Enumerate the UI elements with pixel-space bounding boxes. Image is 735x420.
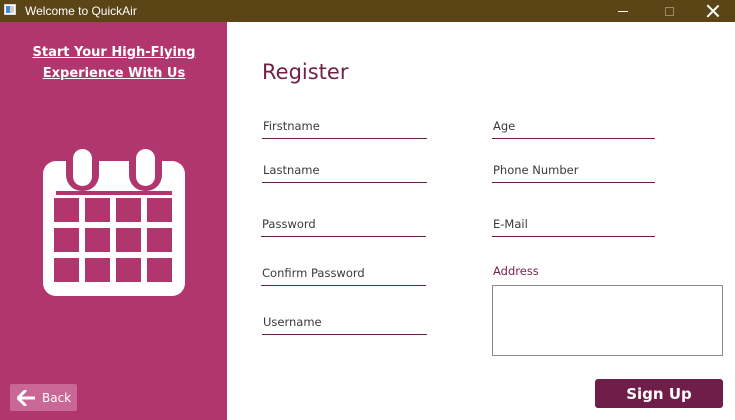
confirm-password-field[interactable] bbox=[261, 261, 426, 286]
username-field[interactable] bbox=[262, 310, 427, 335]
password-input[interactable] bbox=[261, 212, 426, 236]
age-input[interactable] bbox=[492, 114, 655, 138]
close-button[interactable] bbox=[690, 0, 735, 22]
username-input[interactable] bbox=[262, 310, 427, 334]
password-field[interactable] bbox=[261, 212, 426, 237]
sidebar-tagline: Start Your High-Flying Experience With U… bbox=[32, 45, 196, 81]
sign-up-button[interactable]: Sign Up bbox=[595, 379, 723, 408]
maximize-button[interactable] bbox=[646, 0, 692, 22]
page-title: Register bbox=[262, 60, 349, 84]
phone-field[interactable] bbox=[492, 158, 655, 183]
back-button[interactable]: Back bbox=[10, 384, 77, 411]
phone-input[interactable] bbox=[492, 158, 655, 182]
email-field[interactable] bbox=[492, 212, 655, 237]
minimize-button[interactable] bbox=[600, 0, 646, 22]
age-field[interactable] bbox=[492, 114, 655, 139]
email-input[interactable] bbox=[492, 212, 655, 236]
address-textarea[interactable] bbox=[492, 285, 723, 356]
lastname-field[interactable] bbox=[262, 158, 427, 183]
title-bar[interactable]: Welcome to QuickAir bbox=[0, 0, 735, 22]
close-icon bbox=[706, 4, 720, 18]
calendar-icon bbox=[43, 143, 185, 296]
maximize-icon bbox=[664, 6, 674, 16]
confirm-password-input[interactable] bbox=[261, 261, 426, 285]
back-button-label: Back bbox=[42, 390, 72, 405]
firstname-field[interactable] bbox=[262, 114, 427, 139]
arrow-left-icon bbox=[17, 389, 35, 406]
address-label: Address bbox=[493, 264, 539, 278]
lastname-input[interactable] bbox=[262, 158, 427, 182]
window-title: Welcome to QuickAir bbox=[25, 4, 137, 18]
app-window-icon bbox=[4, 4, 16, 15]
firstname-input[interactable] bbox=[262, 114, 427, 138]
minimize-icon bbox=[618, 10, 628, 12]
